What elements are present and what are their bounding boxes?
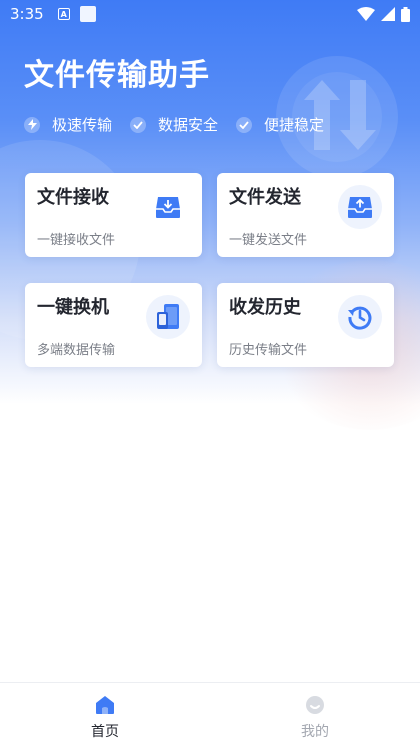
- home-icon: [96, 696, 114, 714]
- bottom-tab-bar: 首页 我的: [0, 682, 420, 746]
- feature-item: 极速传输: [24, 114, 112, 135]
- inbox-upload-icon: [338, 185, 382, 229]
- status-bar: 3:35 A: [0, 0, 420, 28]
- card-subtitle: 多端数据传输: [37, 343, 116, 358]
- inbox-download-icon: [146, 185, 190, 229]
- file-send-card[interactable]: 文件发送 一键发送文件: [217, 173, 394, 257]
- phone-transfer-card[interactable]: 一键换机 多端数据传输: [25, 283, 202, 367]
- card-title: 文件发送: [229, 187, 301, 208]
- bolt-icon: [24, 116, 40, 133]
- feature-label: 数据安全: [158, 116, 219, 134]
- tab-home[interactable]: 首页: [0, 683, 210, 746]
- feature-list: 极速传输 数据安全 便捷稳定: [24, 114, 342, 135]
- card-title: 一键换机: [37, 297, 109, 318]
- card-subtitle: 历史传输文件: [229, 343, 308, 358]
- file-receive-card[interactable]: 文件接收 一键接收文件: [25, 173, 202, 257]
- card-title: 收发历史: [229, 297, 301, 318]
- phone-transfer-icon: [146, 295, 190, 339]
- transfer-history-card[interactable]: 收发历史 历史传输文件: [217, 283, 394, 367]
- wifi-icon: [357, 7, 375, 21]
- card-subtitle: 一键接收文件: [37, 233, 116, 248]
- battery-icon: [401, 6, 410, 22]
- card-subtitle: 一键发送文件: [229, 233, 308, 248]
- tab-profile[interactable]: 我的: [210, 683, 420, 746]
- history-icon: [338, 295, 382, 339]
- feature-label: 便捷稳定: [264, 116, 325, 134]
- status-time: 3:35: [10, 5, 44, 23]
- profile-icon: [306, 696, 324, 714]
- tab-label: 我的: [301, 724, 329, 740]
- app-title: 文件传输助手: [24, 58, 210, 93]
- signal-icon: [381, 7, 395, 21]
- feature-item: 数据安全: [130, 114, 218, 135]
- notification-app-icon: [79, 6, 96, 22]
- check-icon: [236, 116, 253, 133]
- feature-label: 极速传输: [52, 116, 113, 134]
- card-title: 文件接收: [37, 187, 109, 208]
- feature-item: 便捷稳定: [236, 114, 324, 135]
- tab-label: 首页: [91, 724, 119, 740]
- check-icon: [130, 116, 147, 133]
- notification-a-icon: A: [57, 8, 70, 20]
